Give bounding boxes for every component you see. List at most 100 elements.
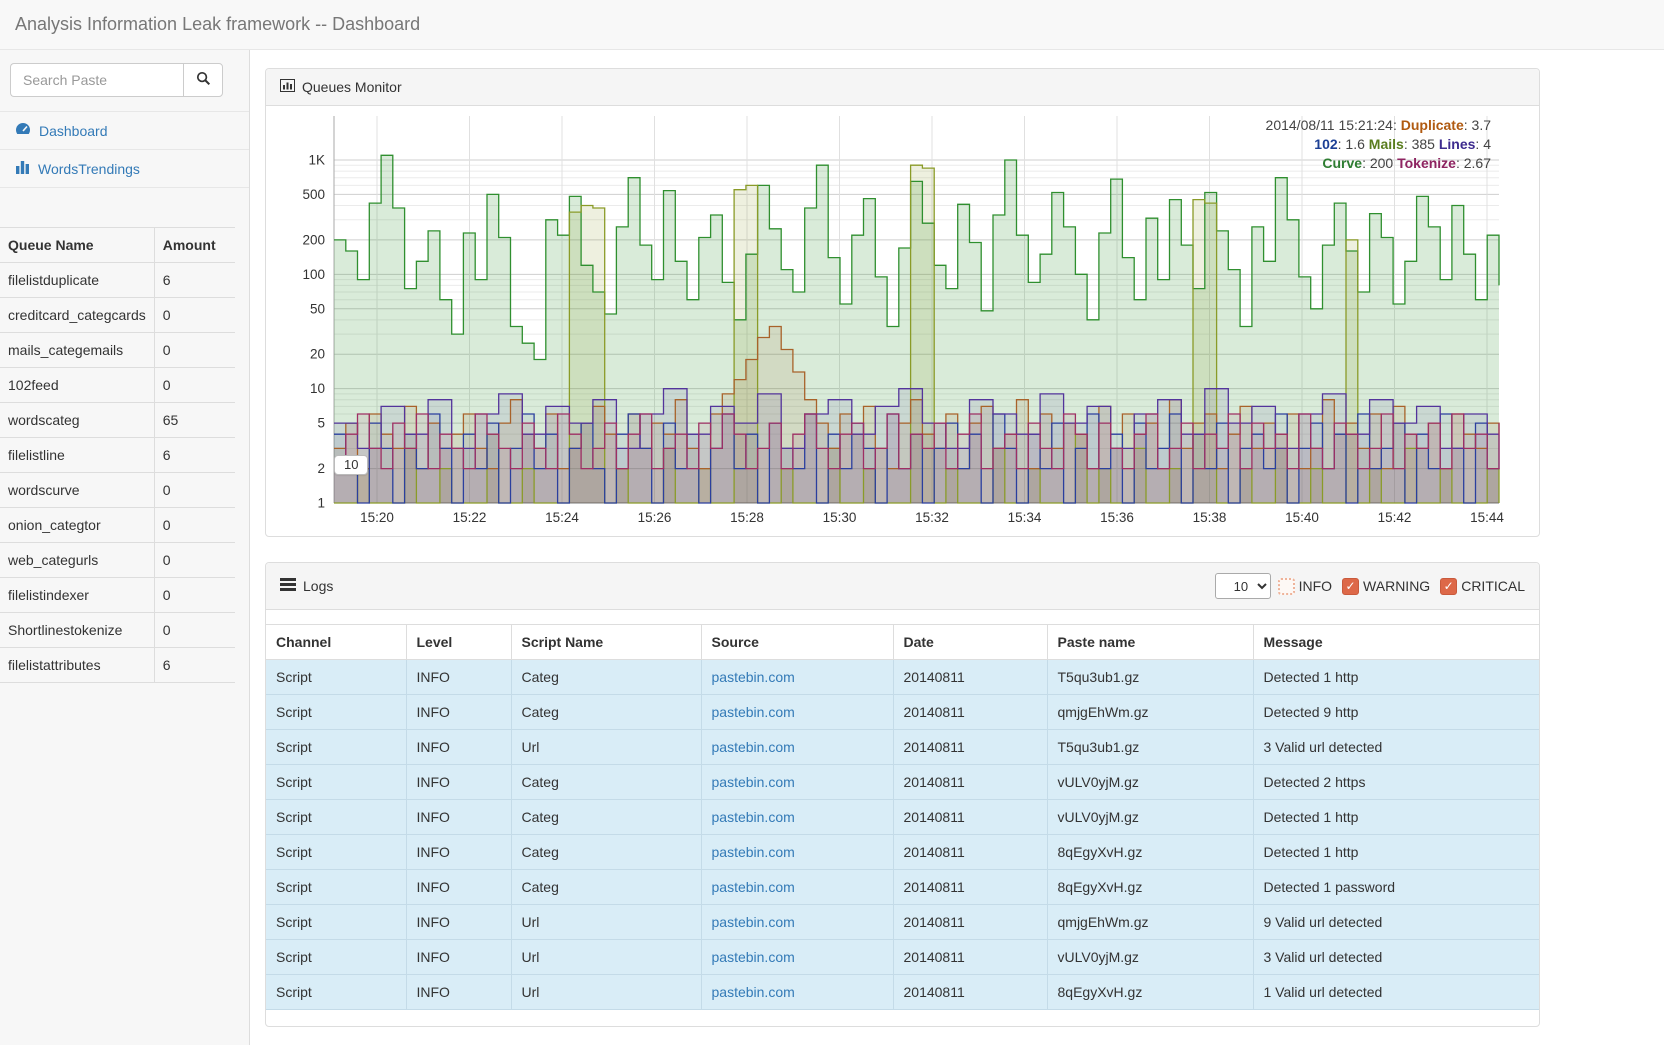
source-link[interactable]: pastebin.com [712, 984, 795, 1000]
bar-chart-icon [15, 160, 30, 177]
log-cell: INFO [406, 660, 511, 695]
search-group [10, 63, 223, 97]
log-cell: 20140811 [893, 730, 1047, 765]
app-title: Analysis Information Leak framework -- D… [15, 14, 420, 35]
log-cell: Url [511, 940, 701, 975]
queues-monitor-panel: Queues Monitor 15:2015:2215:2415:2615:28… [265, 68, 1540, 537]
queue-row: Shortlinestokenize0 [0, 613, 235, 648]
source-link[interactable]: pastebin.com [712, 914, 795, 930]
queue-cell: filelistduplicate [0, 263, 154, 298]
queue-table: Queue Name Amount filelistduplicate6cred… [0, 227, 235, 683]
log-cell: Script [266, 695, 406, 730]
log-cell: pastebin.com [701, 975, 893, 1010]
queue-table-header-amount: Amount [154, 228, 235, 263]
checked-checkbox-icon[interactable]: ✓ [1342, 578, 1359, 595]
queue-cell: filelistline [0, 438, 154, 473]
log-cell: INFO [406, 975, 511, 1010]
log-cell: pastebin.com [701, 870, 893, 905]
source-link[interactable]: pastebin.com [712, 809, 795, 825]
queues-chart[interactable]: 15:2015:2215:2415:2615:2815:3015:3215:34… [266, 106, 1539, 536]
logs-column-header: Script Name [511, 625, 701, 660]
log-cell: 3 Valid url detected [1253, 940, 1539, 975]
log-cell: pastebin.com [701, 695, 893, 730]
log-cell: Url [511, 905, 701, 940]
page-size-select[interactable]: 10 [1215, 573, 1271, 599]
queue-row: creditcard_categcards0 [0, 298, 235, 333]
log-cell: 20140811 [893, 975, 1047, 1010]
source-link[interactable]: pastebin.com [712, 949, 795, 965]
sidebar-item-label: WordsTrendings [38, 161, 140, 177]
search-button[interactable] [183, 63, 223, 97]
logs-column-header: Message [1253, 625, 1539, 660]
checked-checkbox-icon[interactable]: ✓ [1440, 578, 1457, 595]
log-row: ScriptINFOCategpastebin.com20140811vULV0… [266, 800, 1539, 835]
svg-text:15:20: 15:20 [360, 510, 394, 525]
log-row: ScriptINFOCategpastebin.com20140811T5qu3… [266, 660, 1539, 695]
queue-cell: 6 [154, 263, 235, 298]
svg-text:500: 500 [302, 187, 325, 202]
log-cell: 20140811 [893, 695, 1047, 730]
log-cell: Detected 1 http [1253, 660, 1539, 695]
log-row: ScriptINFOUrlpastebin.com20140811T5qu3ub… [266, 730, 1539, 765]
source-link[interactable]: pastebin.com [712, 774, 795, 790]
unchecked-checkbox-icon[interactable]: ✓ [1278, 578, 1295, 595]
log-cell: T5qu3ub1.gz [1047, 730, 1253, 765]
log-cell: pastebin.com [701, 940, 893, 975]
log-row: ScriptINFOCategpastebin.com201408118qEgy… [266, 835, 1539, 870]
logs-panel: Logs 10 ✓INFO✓WARNING✓CRITICAL ChannelLe… [265, 562, 1540, 1027]
log-cell: 20140811 [893, 835, 1047, 870]
log-cell: Detected 1 http [1253, 800, 1539, 835]
queue-row: wordscurve0 [0, 473, 235, 508]
log-row: ScriptINFOCategpastebin.com20140811vULV0… [266, 765, 1539, 800]
queue-cell: filelistattributes [0, 648, 154, 683]
source-link[interactable]: pastebin.com [712, 739, 795, 755]
log-cell: INFO [406, 765, 511, 800]
svg-text:20: 20 [310, 347, 325, 362]
queue-cell: web_categurls [0, 543, 154, 578]
filter-warning[interactable]: ✓WARNING [1342, 578, 1430, 595]
log-cell: 3 Valid url detected [1253, 730, 1539, 765]
queue-cell: 65 [154, 403, 235, 438]
queue-row: 102feed0 [0, 368, 235, 403]
sidebar-item-dashboard[interactable]: Dashboard [0, 112, 249, 150]
top-navbar: Analysis Information Leak framework -- D… [0, 0, 1664, 50]
queue-cell: 0 [154, 578, 235, 613]
queue-cell: 0 [154, 613, 235, 648]
page: Analysis Information Leak framework -- D… [0, 0, 1664, 1045]
dashboard-gauge-icon [15, 122, 31, 139]
log-row: ScriptINFOUrlpastebin.com201408118qEgyXv… [266, 975, 1539, 1010]
log-cell: Script [266, 975, 406, 1010]
queue-row: filelistduplicate6 [0, 263, 235, 298]
source-link[interactable]: pastebin.com [712, 844, 795, 860]
source-link[interactable]: pastebin.com [712, 704, 795, 720]
logs-controls: 10 ✓INFO ✓WARNING ✓CRITICAL [1215, 573, 1525, 599]
log-row: ScriptINFOCategpastebin.com20140811qmjgE… [266, 695, 1539, 730]
sidebar-item-label: Dashboard [39, 123, 108, 139]
log-cell: Script [266, 835, 406, 870]
source-link[interactable]: pastebin.com [712, 879, 795, 895]
log-cell: Script [266, 905, 406, 940]
source-link[interactable]: pastebin.com [712, 669, 795, 685]
svg-text:10: 10 [310, 381, 325, 396]
filter-info[interactable]: ✓INFO [1278, 578, 1332, 595]
svg-text:15:38: 15:38 [1193, 510, 1227, 525]
log-cell: 20140811 [893, 940, 1047, 975]
filter-critical[interactable]: ✓CRITICAL [1440, 578, 1525, 595]
log-cell: INFO [406, 695, 511, 730]
log-cell: vULV0yjM.gz [1047, 940, 1253, 975]
queues-monitor-header: Queues Monitor [266, 69, 1539, 106]
sidebar-item-wordstrendings[interactable]: WordsTrendings [0, 150, 249, 188]
log-cell: INFO [406, 870, 511, 905]
log-cell: INFO [406, 905, 511, 940]
logs-column-header: Paste name [1047, 625, 1253, 660]
queue-row: filelistattributes6 [0, 648, 235, 683]
log-cell: 8qEgyXvH.gz [1047, 835, 1253, 870]
log-cell: pastebin.com [701, 905, 893, 940]
log-cell: Categ [511, 660, 701, 695]
search-input[interactable] [10, 63, 183, 97]
main-content: Queues Monitor 15:2015:2215:2415:2615:28… [250, 50, 1664, 1045]
log-cell: pastebin.com [701, 765, 893, 800]
queue-row: filelistindexer0 [0, 578, 235, 613]
sidebar-nav: Dashboard WordsTrendings [0, 111, 249, 188]
log-cell: Script [266, 730, 406, 765]
